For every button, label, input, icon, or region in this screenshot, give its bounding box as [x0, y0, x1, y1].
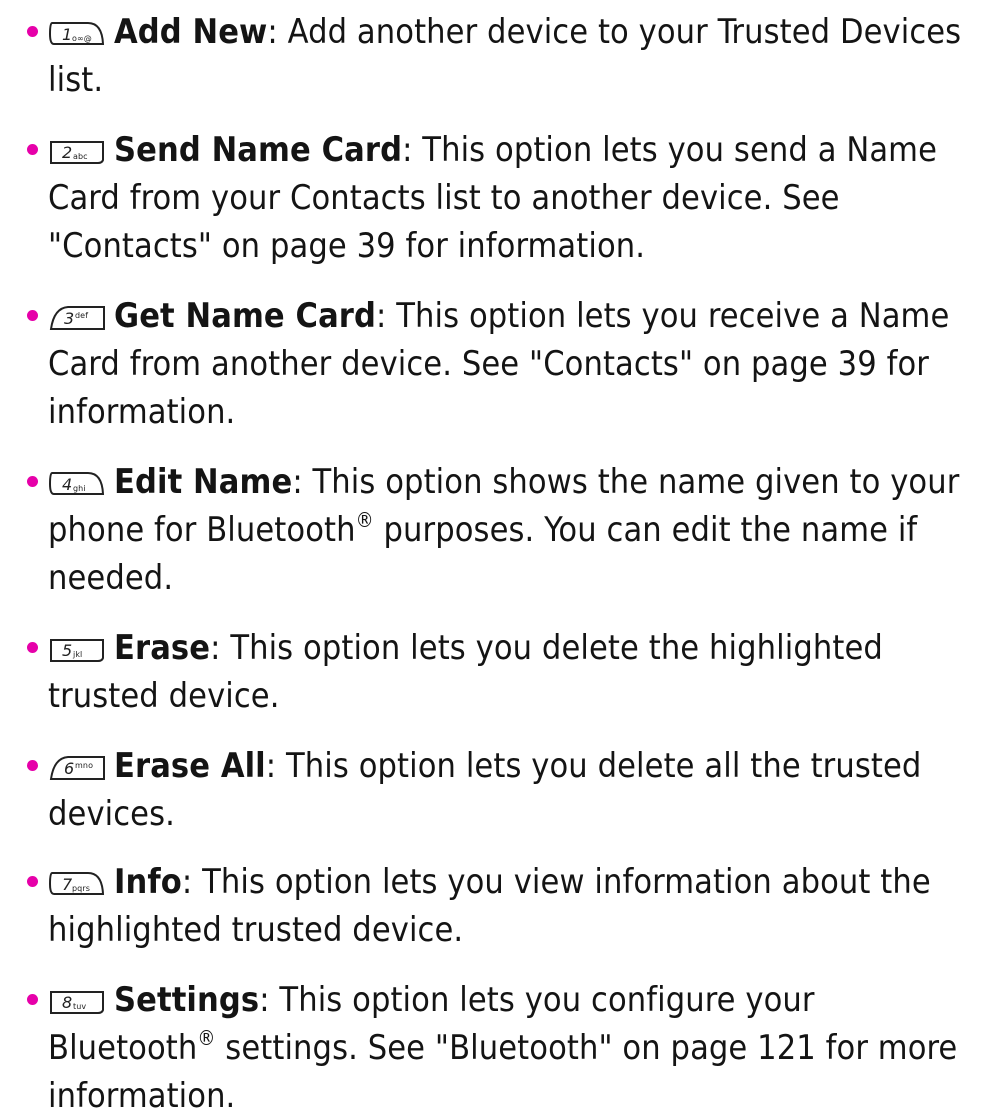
registered-mark: ®: [355, 507, 374, 532]
bullet-icon: [27, 144, 38, 155]
keypad-3-icon: 3 def: [48, 304, 106, 332]
svg-text:tuv: tuv: [73, 1002, 86, 1011]
bullet-icon: [27, 876, 38, 887]
svg-text:pqrs: pqrs: [72, 884, 90, 893]
keypad-5-icon: 5 jkl: [48, 636, 106, 664]
registered-mark: ®: [197, 1025, 216, 1050]
bullet-icon: [27, 26, 38, 37]
option-term: Add New: [114, 12, 268, 52]
svg-text:1: 1: [62, 25, 72, 44]
bullet-icon: [27, 310, 38, 321]
svg-text:8: 8: [62, 993, 72, 1012]
option-term: Info: [114, 862, 182, 902]
svg-text:o∞@: o∞@: [72, 34, 92, 43]
bullet-icon: [27, 760, 38, 771]
svg-text:def: def: [75, 311, 88, 320]
svg-text:2: 2: [62, 143, 72, 162]
option-term: Erase All: [114, 746, 266, 786]
keypad-4-icon: 4 ghi: [48, 470, 106, 498]
bullet-icon: [27, 994, 38, 1005]
keypad-6-icon: 6 mno: [48, 754, 106, 782]
option-term: Edit Name: [114, 462, 293, 502]
svg-text:ghi: ghi: [73, 484, 86, 493]
svg-text:mno: mno: [75, 761, 93, 770]
bullet-icon: [27, 476, 38, 487]
svg-text:jkl: jkl: [72, 650, 82, 659]
option-term: Get Name Card: [114, 296, 376, 336]
keypad-8-icon: 8 tuv: [48, 988, 106, 1016]
svg-text:6: 6: [64, 759, 74, 778]
svg-text:5: 5: [62, 641, 72, 660]
svg-text:3: 3: [64, 309, 74, 328]
keypad-2-icon: 2 abc: [48, 138, 106, 166]
bullet-icon: [27, 642, 38, 653]
keypad-1-icon: 1 o∞@: [48, 20, 106, 48]
option-term: Send Name Card: [114, 130, 403, 170]
option-term: Settings: [114, 980, 260, 1020]
svg-text:4: 4: [62, 475, 72, 494]
svg-text:abc: abc: [73, 152, 88, 161]
option-term: Erase: [114, 628, 211, 668]
keypad-7-icon: 7 pqrs: [48, 870, 106, 898]
